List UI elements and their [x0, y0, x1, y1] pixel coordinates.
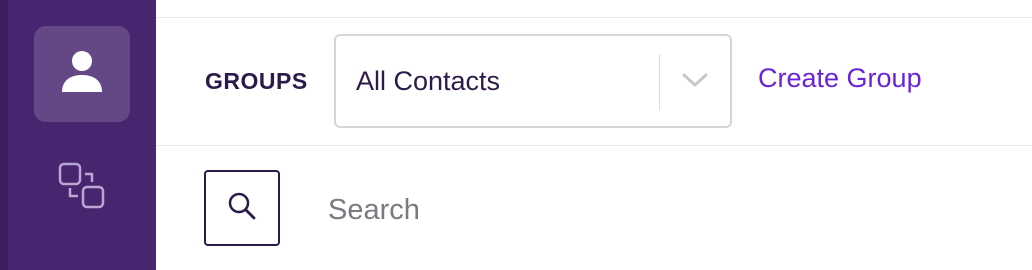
sidebar [0, 0, 156, 270]
divider [156, 145, 1032, 146]
switch-account-icon [56, 160, 108, 217]
group-select-value: All Contacts [356, 66, 501, 96]
sidebar-item-contacts[interactable] [34, 26, 130, 122]
main-panel: GROUPS All Contacts Create Group [156, 0, 1032, 270]
create-group-link[interactable]: Create Group [758, 63, 922, 94]
search-input[interactable] [316, 180, 916, 240]
sidebar-item-switch[interactable] [34, 140, 130, 236]
divider [156, 17, 1032, 18]
chevron-down-icon [681, 70, 709, 90]
search-button[interactable] [204, 170, 280, 246]
select-separator [659, 54, 660, 110]
user-icon [60, 48, 104, 101]
search-icon [225, 189, 259, 228]
groups-label: GROUPS [205, 68, 308, 94]
sidebar-edge [0, 0, 8, 270]
group-select[interactable]: All Contacts [334, 34, 732, 128]
app-window: GROUPS All Contacts Create Group [0, 0, 1032, 270]
